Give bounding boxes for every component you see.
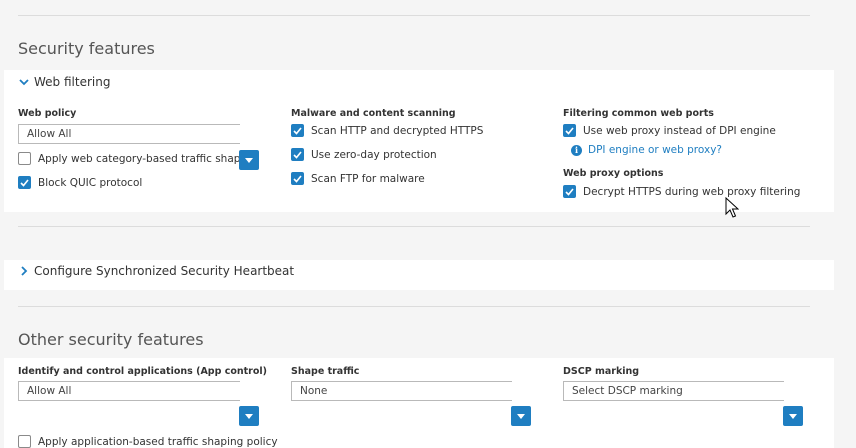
checkmark-icon <box>565 187 574 196</box>
shape-traffic-dropdown-button[interactable] <box>511 406 531 426</box>
scan-http-label: Scan HTTP and decrypted HTTPS <box>311 124 484 137</box>
info-icon: i <box>571 144 582 156</box>
web-ports-label: Filtering common web ports <box>563 108 714 119</box>
use-web-proxy-label: Use web proxy instead of DPI engine <box>583 124 776 137</box>
decrypt-https-label: Decrypt HTTPS during web proxy filtering <box>583 185 801 198</box>
checkmark-icon <box>293 174 302 183</box>
divider-mid <box>18 226 810 227</box>
chevron-right-icon <box>21 266 28 276</box>
mouse-cursor-icon <box>725 197 739 218</box>
scan-ftp-label: Scan FTP for malware <box>311 172 425 185</box>
use-web-proxy-checkbox[interactable] <box>563 124 576 137</box>
scan-ftp-checkbox[interactable] <box>291 172 304 185</box>
scan-http-checkbox[interactable] <box>291 124 304 137</box>
shape-traffic-select[interactable]: None <box>291 381 512 401</box>
chevron-down-icon <box>19 79 29 86</box>
app-control-select[interactable]: Allow All <box>18 381 240 401</box>
checkmark-icon <box>293 126 302 135</box>
divider-top <box>18 15 810 16</box>
zero-day-label: Use zero-day protection <box>311 148 437 161</box>
dpi-or-proxy-link[interactable]: DPI engine or web proxy? <box>588 144 722 156</box>
web-policy-select[interactable]: Allow All <box>18 124 240 144</box>
app-control-label: Identify and control applications (App c… <box>18 366 267 377</box>
block-quic-checkbox[interactable] <box>18 176 31 189</box>
web-shaping-dropdown-button[interactable] <box>239 150 259 170</box>
scan-ftp-checkbox-row[interactable]: Scan FTP for malware <box>291 172 425 185</box>
checkmark-icon <box>20 178 29 187</box>
dscp-marking-select[interactable]: Select DSCP marking <box>563 381 784 401</box>
zero-day-checkbox-row[interactable]: Use zero-day protection <box>291 148 437 161</box>
app-control-dropdown-button[interactable] <box>239 406 259 426</box>
app-shaping-checkbox-row[interactable]: Apply application-based traffic shaping … <box>18 435 278 448</box>
web-shaping-checkbox-row[interactable]: Apply web category-based traffic shaping <box>18 152 257 165</box>
caret-down-icon <box>517 413 525 419</box>
security-features-heading: Security features <box>18 39 155 58</box>
zero-day-checkbox[interactable] <box>291 148 304 161</box>
web-filtering-title: Web filtering <box>34 75 111 89</box>
block-quic-label: Block QUIC protocol <box>38 176 143 189</box>
web-proxy-options-label: Web proxy options <box>563 168 664 179</box>
divider-lower <box>18 306 810 307</box>
dscp-marking-label: DSCP marking <box>563 366 640 377</box>
app-shaping-checkbox[interactable] <box>18 435 31 448</box>
heartbeat-toggle[interactable]: Configure Synchronized Security Heartbea… <box>18 264 294 278</box>
caret-down-icon <box>245 413 253 419</box>
shape-traffic-label: Shape traffic <box>291 366 360 377</box>
dpi-or-proxy-help[interactable]: i DPI engine or web proxy? <box>571 144 722 156</box>
decrypt-https-checkbox[interactable] <box>563 185 576 198</box>
decrypt-https-checkbox-row[interactable]: Decrypt HTTPS during web proxy filtering <box>563 185 800 198</box>
checkmark-icon <box>293 150 302 159</box>
malware-scanning-label: Malware and content scanning <box>291 108 456 119</box>
web-filtering-toggle[interactable]: Web filtering <box>18 75 110 89</box>
checkmark-icon <box>565 126 574 135</box>
web-shaping-label: Apply web category-based traffic shaping <box>38 152 257 165</box>
web-shaping-checkbox[interactable] <box>18 152 31 165</box>
web-policy-label: Web policy <box>18 108 77 119</box>
dscp-dropdown-button[interactable] <box>783 406 803 426</box>
use-web-proxy-checkbox-row[interactable]: Use web proxy instead of DPI engine <box>563 124 776 137</box>
heartbeat-title: Configure Synchronized Security Heartbea… <box>34 264 295 278</box>
caret-down-icon <box>245 157 253 163</box>
caret-down-icon <box>789 413 797 419</box>
scan-http-checkbox-row[interactable]: Scan HTTP and decrypted HTTPS <box>291 124 483 137</box>
block-quic-checkbox-row[interactable]: Block QUIC protocol <box>18 176 142 189</box>
other-security-heading: Other security features <box>18 330 204 349</box>
app-shaping-label: Apply application-based traffic shaping … <box>38 435 278 448</box>
